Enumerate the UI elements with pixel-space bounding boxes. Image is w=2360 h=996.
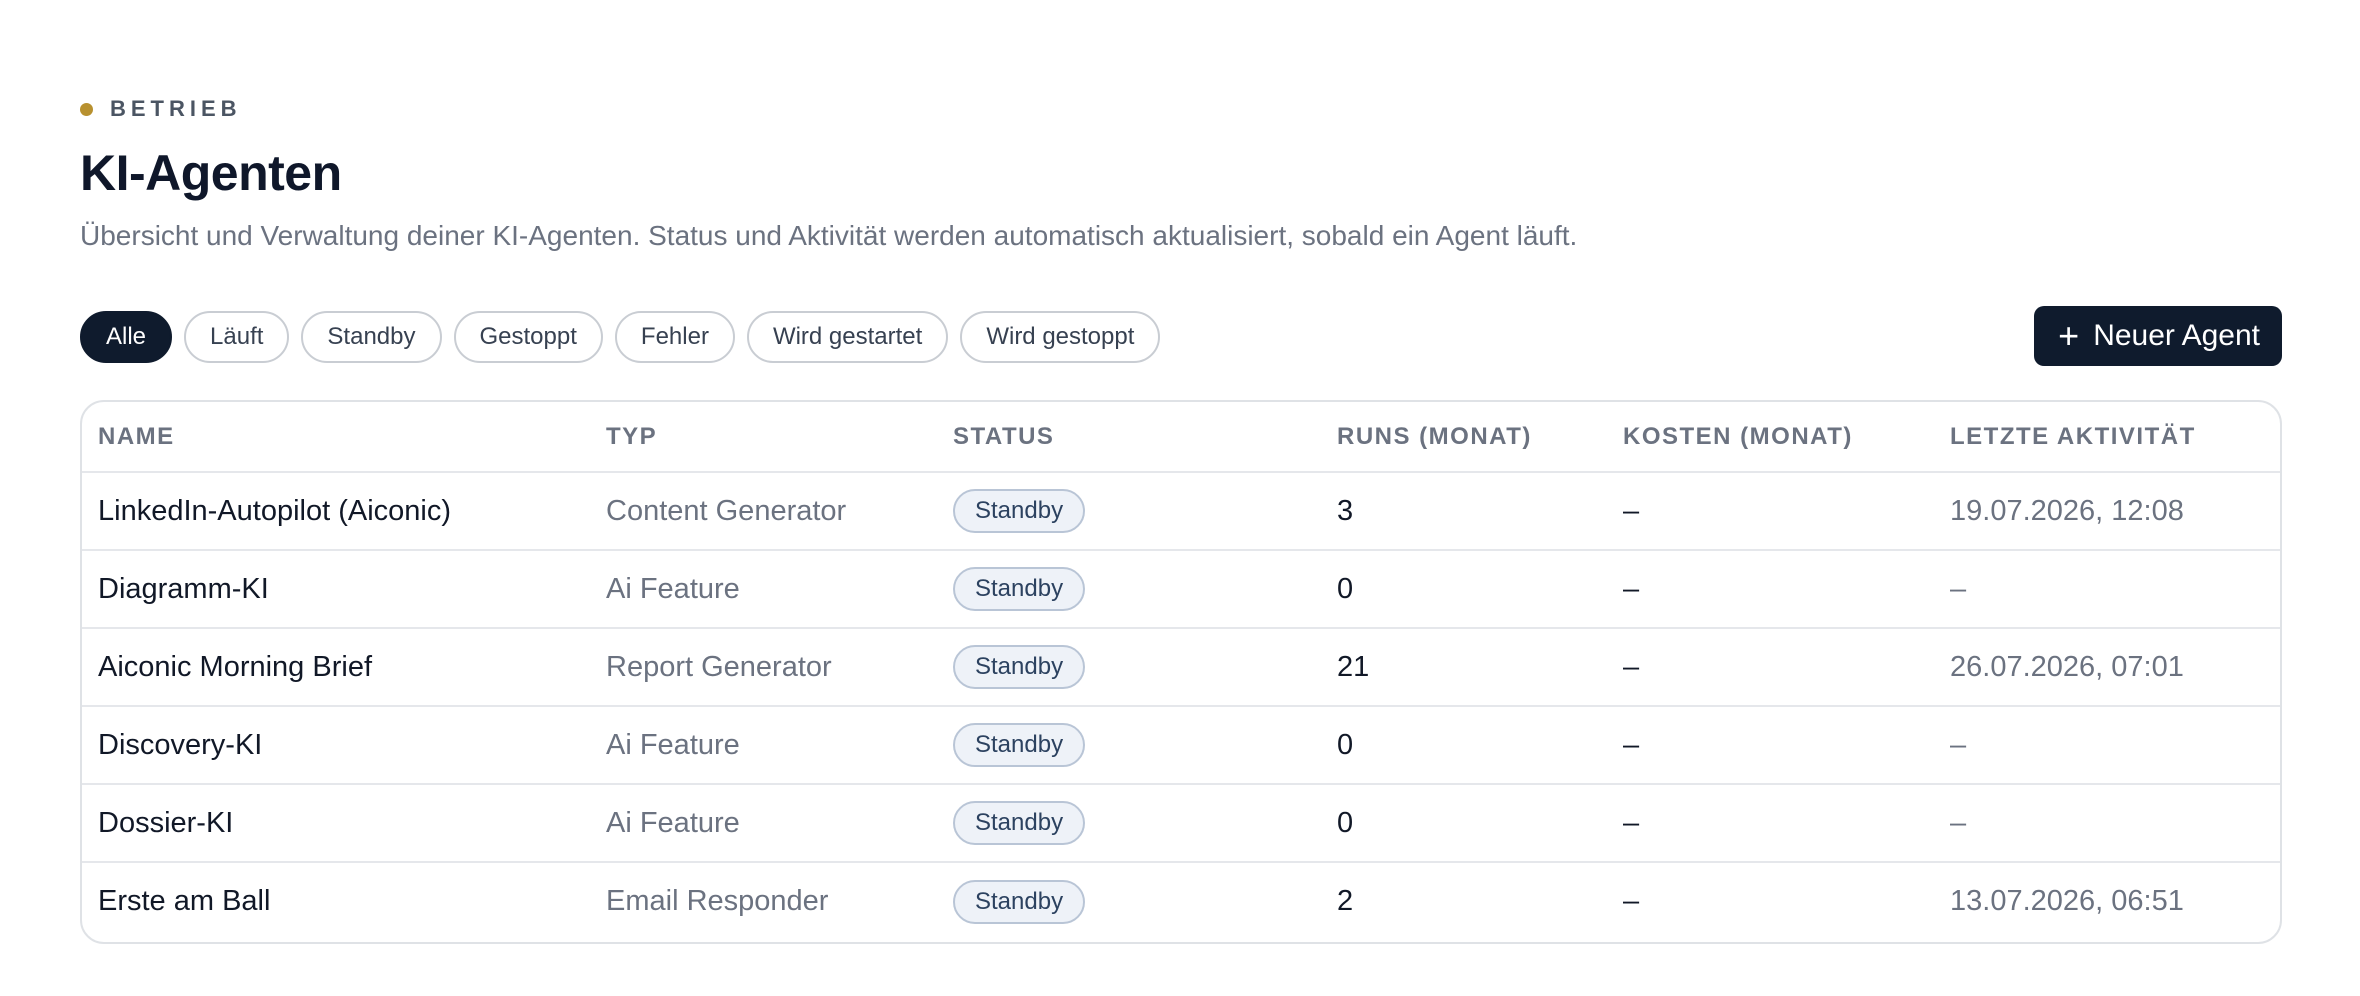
page-title: KI-Agenten [80, 145, 342, 201]
agent-runs: 0 [1321, 706, 1607, 785]
agent-type: Ai Feature [590, 784, 937, 863]
column-header-runs[interactable]: RUNS (MONAT) [1321, 402, 1607, 473]
agent-name: Diagramm-KI [82, 550, 590, 629]
table-header-row: NAME TYP STATUS RUNS (MONAT) KOSTEN (MON… [82, 402, 2280, 473]
eyebrow-label: BETRIEB [110, 96, 242, 121]
agent-runs: 21 [1321, 628, 1607, 707]
plus-icon: + [2058, 315, 2080, 356]
agent-type: Report Generator [590, 628, 937, 707]
filter-chip-fehler[interactable]: Fehler [614, 311, 735, 363]
status-badge: Standby [953, 645, 1086, 689]
status-cell: Standby [937, 862, 1321, 940]
filter-chip-alle[interactable]: Alle [80, 311, 173, 363]
column-header-status[interactable]: STATUS [937, 402, 1321, 473]
agent-last-activity: 19.07.2026, 12:08 [1934, 472, 2280, 551]
table-row[interactable]: Erste am Ball Email Responder Standby 2 … [82, 862, 2280, 940]
agent-name: Dossier-KI [82, 784, 590, 863]
column-header-last-activity[interactable]: LETZTE AKTIVITÄT [1934, 402, 2280, 473]
agent-last-activity: – [1934, 550, 2280, 629]
agent-runs: 2 [1337, 885, 1354, 917]
status-badge: Standby [953, 801, 1086, 845]
new-agent-label: Neuer Agent [2093, 319, 2260, 352]
table-row[interactable]: Aiconic Morning Brief Report Generator S… [82, 628, 2280, 707]
table-row[interactable]: Diagramm-KI Ai Feature Standby 0 – – [82, 550, 2280, 629]
agent-cost: – [1607, 550, 1934, 629]
column-header-type[interactable]: TYP [590, 402, 937, 473]
agent-last-activity: 13.07.2026, 06:51 [1950, 885, 2184, 917]
filter-chip-laeuft[interactable]: Läuft [184, 311, 290, 363]
agent-cost: – [1607, 472, 1934, 551]
agent-type: Ai Feature [590, 550, 937, 629]
filter-chip-standby[interactable]: Standby [301, 311, 442, 363]
agent-type: Content Generator [590, 472, 937, 551]
column-header-name[interactable]: NAME [82, 402, 590, 473]
status-cell: Standby [937, 706, 1321, 785]
agent-cost: – [1607, 706, 1934, 785]
new-agent-button[interactable]: + Neuer Agent [2034, 306, 2282, 366]
table-row[interactable]: Discovery-KI Ai Feature Standby 0 – – [82, 706, 2280, 785]
status-cell: Standby [937, 628, 1321, 707]
agents-table: NAME TYP STATUS RUNS (MONAT) KOSTEN (MON… [80, 400, 2282, 944]
agent-cost: – [1607, 628, 1934, 707]
agent-runs: 0 [1321, 784, 1607, 863]
status-cell: Standby [937, 550, 1321, 629]
filter-chip-wird-gestoppt[interactable]: Wird gestoppt [960, 311, 1161, 363]
status-badge: Standby [953, 489, 1086, 533]
agents-page: BETRIEB KI-Agenten Übersicht und Verwalt… [0, 0, 2360, 996]
page-subtitle: Übersicht und Verwaltung deiner KI-Agent… [80, 220, 1578, 251]
status-badge: Standby [953, 567, 1086, 611]
filter-chip-wird-gestartet[interactable]: Wird gestartet [746, 311, 949, 363]
agent-last-activity: – [1934, 706, 2280, 785]
filter-chip-gestoppt[interactable]: Gestoppt [453, 311, 603, 363]
agent-type: Ai Feature [590, 706, 937, 785]
column-header-cost[interactable]: KOSTEN (MONAT) [1607, 402, 1934, 473]
agent-cost: – [1623, 885, 1640, 917]
agent-type: Email Responder [606, 885, 829, 917]
agent-last-activity: – [1934, 784, 2280, 863]
status-badge: Standby [953, 723, 1086, 767]
agent-name: Aiconic Morning Brief [82, 628, 590, 707]
table-row[interactable]: Dossier-KI Ai Feature Standby 0 – – [82, 784, 2280, 863]
status-cell: Standby [937, 784, 1321, 863]
agent-name: LinkedIn-Autopilot (Aiconic) [82, 472, 590, 551]
status-cell: Standby [937, 472, 1321, 551]
agent-cost: – [1607, 784, 1934, 863]
agent-runs: 3 [1321, 472, 1607, 551]
agent-runs: 0 [1321, 550, 1607, 629]
status-dot-icon [80, 102, 93, 116]
agent-name: Discovery-KI [82, 706, 590, 785]
table-row[interactable]: LinkedIn-Autopilot (Aiconic) Content Gen… [82, 472, 2280, 551]
status-badge: Standby [953, 879, 1086, 924]
status-filter-bar: Alle Läuft Standby Gestoppt Fehler Wird … [80, 311, 1161, 363]
section-eyebrow: BETRIEB [80, 96, 242, 122]
agent-name: Erste am Ball [98, 885, 271, 917]
agent-last-activity: 26.07.2026, 07:01 [1934, 628, 2280, 707]
